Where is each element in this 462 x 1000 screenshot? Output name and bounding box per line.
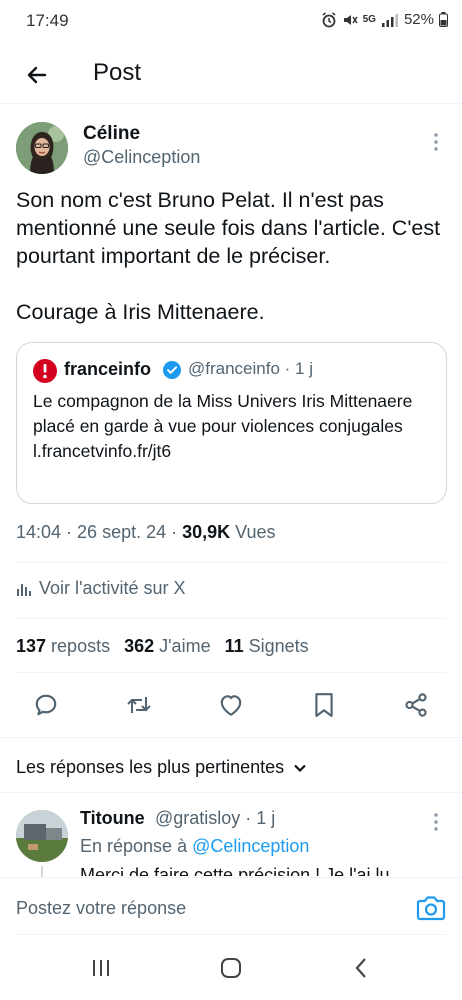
bookmark-icon <box>315 693 333 717</box>
alarm-icon <box>322 11 336 27</box>
signal-icon <box>381 13 398 27</box>
quote-meta: @franceinfo · 1 j <box>188 359 313 378</box>
divider <box>16 934 446 935</box>
back-button[interactable] <box>20 58 54 92</box>
header: Post <box>0 48 462 104</box>
battery-percent: 52% <box>403 11 434 28</box>
in-reply-handle[interactable]: @Celinception <box>192 836 309 856</box>
replies-sort-label: Les réponses les plus pertinentes <box>16 757 285 777</box>
battery-icon <box>439 12 448 27</box>
reply-text: Merci de faire cette précision ! Je l'ai… <box>80 865 390 876</box>
system-navbar <box>0 940 462 1000</box>
activity-label: Voir l'activité sur X <box>39 578 186 598</box>
bookmark-button[interactable] <box>307 688 341 722</box>
replies-sort-dropdown[interactable]: Les réponses les plus pertinentes <box>16 757 308 778</box>
view-activity-link[interactable]: Voir l'activité sur X <box>16 578 186 599</box>
post-actions <box>0 688 462 724</box>
reply-avatar-image <box>16 810 68 862</box>
post-timestamp: 14:04 · 26 sept. 24 · 30,9K Vues <box>16 522 276 543</box>
post-stats: 137 reposts 362 J'aime 11 Signets <box>16 636 309 657</box>
more-options-icon[interactable] <box>432 132 440 152</box>
reply-more-options-icon[interactable] <box>432 812 440 832</box>
share-icon <box>405 693 427 717</box>
chevron-down-icon <box>294 764 306 772</box>
divider <box>16 672 446 673</box>
likes-label: J'aime <box>159 636 211 656</box>
repost-button[interactable] <box>122 688 156 722</box>
repost-icon <box>127 697 151 713</box>
views-count: 30,9K <box>182 522 231 542</box>
views-label: Vues <box>230 522 276 542</box>
page-title: Post <box>93 59 142 86</box>
author-handle[interactable]: @Celinception <box>83 147 200 168</box>
camera-icon[interactable] <box>416 894 446 922</box>
recent-apps-icon <box>93 960 109 976</box>
author-name[interactable]: Céline <box>83 123 140 145</box>
reply-button[interactable] <box>29 688 63 722</box>
franceinfo-logo-icon <box>33 359 57 383</box>
arrow-left-icon <box>27 66 47 84</box>
reply-icon <box>35 694 57 716</box>
reply-input[interactable]: Postez votre réponse <box>16 898 186 919</box>
mute-icon <box>343 14 358 25</box>
reply-author-name[interactable]: Titoune <box>80 808 145 829</box>
network-label: 5G <box>362 13 376 25</box>
likes-stat[interactable]: 362 J'aime <box>124 636 211 657</box>
heart-icon <box>220 695 242 716</box>
verified-badge-icon <box>163 361 181 379</box>
reply-meta: @gratisloy · 1 j <box>155 808 276 828</box>
share-button[interactable] <box>399 688 433 722</box>
back-nav-button[interactable] <box>347 956 375 980</box>
status-bar: 17:49 5G 52% <box>0 0 462 44</box>
analytics-icon <box>17 583 31 596</box>
reply-avatar[interactable] <box>16 810 68 862</box>
home-icon <box>221 958 241 978</box>
bookmarks-label: Signets <box>248 636 309 656</box>
bookmarks-stat[interactable]: 11 Signets <box>225 636 309 657</box>
reposts-label: reposts <box>51 636 111 656</box>
in-reply-to: En réponse à @Celinception <box>80 836 309 857</box>
in-reply-prefix: En réponse à <box>80 836 193 856</box>
avatar-image <box>16 122 68 174</box>
like-button[interactable] <box>214 688 248 722</box>
quote-text: Le compagnon de la Miss Univers Iris Mit… <box>33 391 413 461</box>
status-icons: 5G 52% <box>321 11 448 28</box>
status-time: 17:49 <box>26 11 69 30</box>
quoted-post[interactable]: franceinfo @franceinfo · 1 j Le compagno… <box>16 342 447 504</box>
recent-apps-button[interactable] <box>87 956 115 980</box>
home-button[interactable] <box>217 956 245 980</box>
likes-count: 362 <box>124 636 155 656</box>
quote-author-name: franceinfo <box>64 359 152 379</box>
divider <box>0 737 462 738</box>
author-avatar[interactable] <box>16 122 68 174</box>
divider <box>16 562 446 563</box>
bookmarks-count: 11 <box>224 636 244 656</box>
reposts-count: 137 <box>16 636 47 656</box>
reposts-stat[interactable]: 137 reposts <box>16 636 110 657</box>
divider <box>0 792 462 793</box>
chevron-left-icon <box>355 958 366 978</box>
post-time-date: 14:04 · 26 sept. 24 · <box>16 522 183 542</box>
reply-composer: Postez votre réponse <box>0 877 462 937</box>
tweet-text: Son nom c'est Bruno Pelat. Il n'est pas … <box>16 188 441 324</box>
divider <box>16 618 446 619</box>
